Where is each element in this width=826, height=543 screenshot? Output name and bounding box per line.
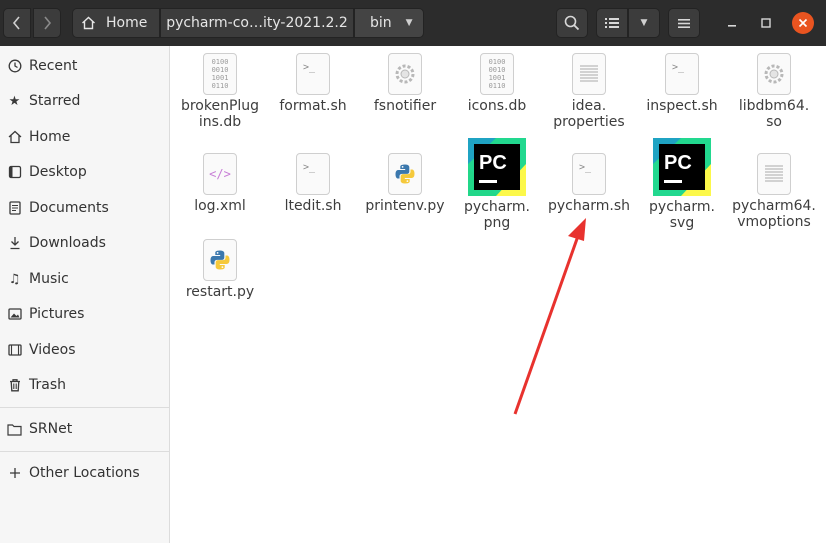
- list-view-icon: [605, 18, 619, 28]
- sidebar-item-srnet[interactable]: SRNet: [0, 412, 169, 446]
- star-icon: ★: [8, 93, 21, 109]
- pictures-icon: [7, 307, 22, 322]
- sidebar-item-label: Videos: [29, 342, 76, 358]
- sidebar-item-downloads[interactable]: Downloads: [0, 226, 169, 260]
- breadcrumb-pycharm-label: pycharm-co…ity-2021.2.2: [166, 15, 348, 31]
- breadcrumb-pycharm-folder[interactable]: pycharm-co…ity-2021.2.2: [160, 8, 354, 38]
- minimize-button[interactable]: [721, 12, 743, 34]
- sidebar-item-videos[interactable]: Videos: [0, 333, 169, 367]
- sidebar-item-label: Desktop: [29, 164, 87, 180]
- sidebar-item-label: Pictures: [29, 306, 85, 322]
- home-icon: [82, 16, 95, 30]
- menu-button[interactable]: [668, 8, 700, 38]
- chevron-left-icon: [12, 16, 20, 30]
- sidebar-item-label: Documents: [29, 200, 109, 216]
- chevron-right-icon: [44, 16, 52, 30]
- chevron-down-icon: ▼: [640, 18, 648, 28]
- sidebar-item-label: Home: [29, 129, 71, 145]
- sidebar-item-label: Recent: [29, 58, 78, 74]
- sidebar-item-music[interactable]: ♫ Music: [0, 262, 169, 296]
- header-bar: Home pycharm-co…ity-2021.2.2 bin ▼ ▼: [0, 0, 826, 46]
- sidebar-divider: [0, 407, 169, 408]
- sidebar-divider: [0, 451, 169, 452]
- sidebar-item-label: Trash: [29, 377, 66, 393]
- sidebar-item-label: Other Locations: [29, 465, 140, 481]
- sidebar-item-other-locations[interactable]: Other Locations: [0, 456, 169, 490]
- search-icon: [564, 15, 580, 31]
- videos-icon: [7, 343, 22, 358]
- trash-icon: [7, 378, 22, 393]
- sidebar-item-pictures[interactable]: Pictures: [0, 297, 169, 331]
- sidebar-item-label: Downloads: [29, 235, 106, 251]
- breadcrumb-bin[interactable]: bin ▼: [354, 8, 424, 38]
- sidebar-item-trash[interactable]: Trash: [0, 368, 169, 402]
- sidebar-item-starred[interactable]: ★ Starred: [0, 84, 169, 118]
- music-icon: ♫: [8, 271, 21, 287]
- folder-icon: [7, 422, 22, 437]
- sidebar-item-label: Music: [29, 271, 69, 287]
- clock-icon: [7, 59, 22, 74]
- file-grid: 0100 0010 1001 0110 brokenPlug ins.db >_ …: [170, 46, 826, 543]
- annotation-arrow: [513, 218, 586, 415]
- plus-icon: [7, 466, 22, 481]
- desktop-icon: [7, 165, 22, 180]
- breadcrumb-home-label: Home: [106, 15, 148, 31]
- download-icon: [7, 236, 22, 251]
- sidebar-item-documents[interactable]: Documents: [0, 191, 169, 225]
- maximize-button[interactable]: [755, 12, 777, 34]
- maximize-icon: [761, 18, 771, 28]
- breadcrumb-home[interactable]: Home: [72, 8, 160, 38]
- home-icon: [7, 130, 22, 145]
- view-toggle-button[interactable]: [596, 8, 628, 38]
- chevron-down-icon: ▼: [405, 18, 413, 28]
- hamburger-icon: [678, 18, 690, 28]
- close-icon: [798, 18, 808, 28]
- sidebar: Recent ★ Starred Home Desktop Documents …: [0, 46, 170, 543]
- forward-button[interactable]: [33, 8, 61, 38]
- documents-icon: [7, 201, 22, 216]
- sidebar-item-desktop[interactable]: Desktop: [0, 155, 169, 189]
- sidebar-item-label: Starred: [29, 93, 81, 109]
- back-button[interactable]: [3, 8, 31, 38]
- minimize-icon: [728, 25, 736, 27]
- sidebar-item-label: SRNet: [29, 421, 73, 437]
- search-button[interactable]: [556, 8, 588, 38]
- sidebar-item-home[interactable]: Home: [0, 120, 169, 154]
- view-options-button[interactable]: ▼: [628, 8, 660, 38]
- breadcrumb-bin-label: bin: [370, 15, 392, 31]
- close-button[interactable]: [792, 12, 814, 34]
- sidebar-item-recent[interactable]: Recent: [0, 49, 169, 83]
